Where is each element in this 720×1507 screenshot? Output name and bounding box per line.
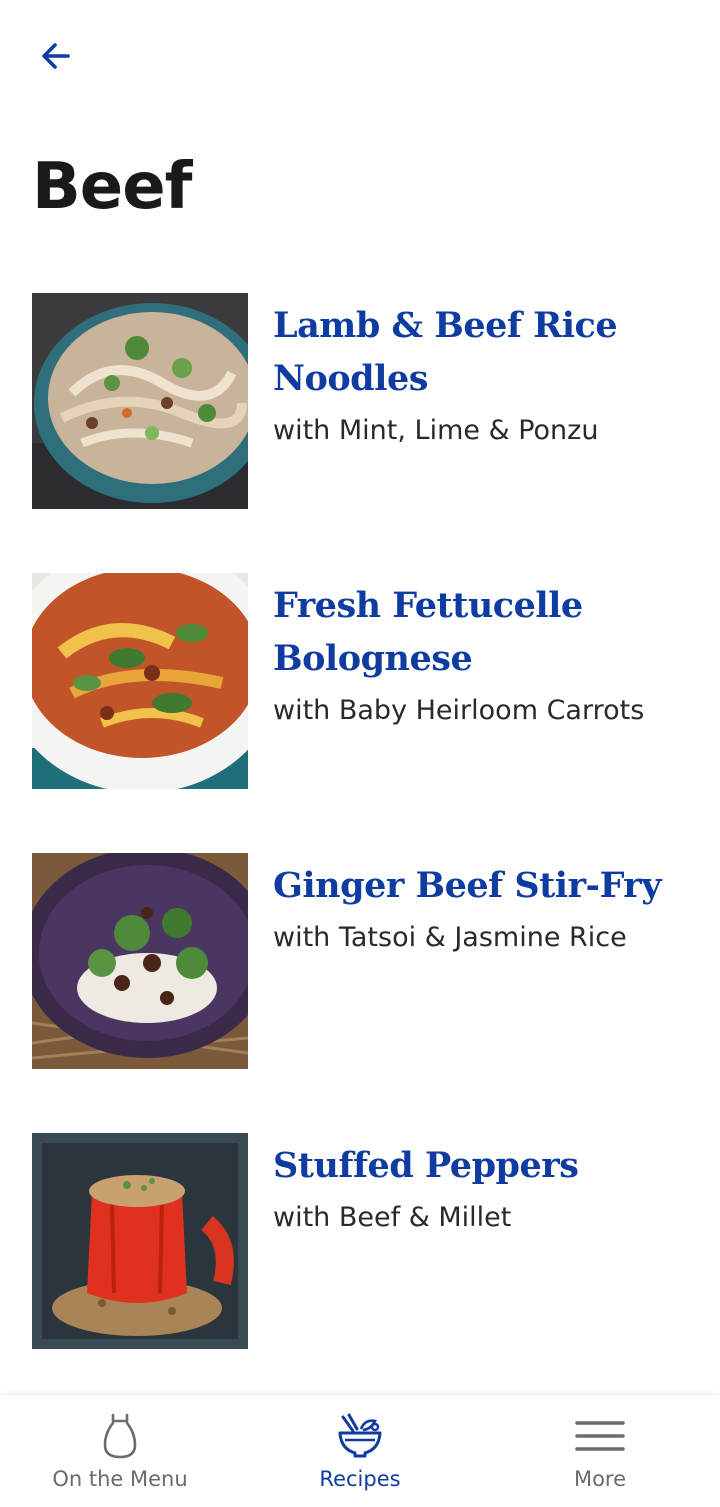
tab-on-the-menu[interactable]: On the Menu	[0, 1395, 240, 1507]
tab-label: Recipes	[319, 1467, 401, 1491]
recipe-title: Ginger Beef Stir-Fry	[273, 865, 662, 906]
stuffed-peppers-photo	[32, 1133, 248, 1349]
stir-fry-photo	[32, 853, 248, 1069]
bottom-tab-bar: On the Menu Recipes More	[0, 1394, 720, 1507]
recipe-card-ginger-beef-stir-fry[interactable]: Ginger Beef Stir-Fry with Tatsoi & Jasmi…	[0, 853, 720, 1069]
recipe-subtitle: with Baby Heirloom Carrots	[273, 695, 645, 726]
recipe-title: Stuffed Peppers	[273, 1145, 579, 1186]
tab-recipes[interactable]: Recipes	[240, 1395, 480, 1507]
bowl-icon	[338, 1413, 382, 1458]
recipe-card-lamb-beef-rice-noodles[interactable]: Lamb & Beef Rice Noodles with Mint, Lime…	[0, 293, 720, 509]
page-title: Beef	[32, 150, 192, 224]
recipe-card-stuffed-peppers[interactable]: Stuffed Peppers with Beef & Millet	[0, 1133, 720, 1349]
arrow-left-icon	[42, 43, 70, 69]
recipe-card-fettucelle-bolognese[interactable]: Fresh Fettucelle Bolognese with Baby Hei…	[0, 573, 720, 789]
recipe-subtitle: with Beef & Millet	[273, 1202, 512, 1233]
back-button[interactable]	[28, 28, 84, 84]
tab-label: More	[573, 1467, 627, 1491]
apron-icon	[103, 1413, 137, 1459]
bolognese-photo	[32, 573, 248, 789]
hamburger-menu-icon	[575, 1421, 625, 1451]
recipe-subtitle: with Mint, Lime & Ponzu	[273, 415, 599, 446]
recipe-subtitle: with Tatsoi & Jasmine Rice	[273, 922, 627, 953]
recipe-title: Fresh Fettucelle Bolognese	[273, 585, 583, 679]
tab-more[interactable]: More	[480, 1395, 720, 1507]
tab-label: On the Menu	[52, 1467, 188, 1491]
recipe-title: Lamb & Beef Rice Noodles	[273, 305, 618, 399]
rice-noodles-photo	[32, 293, 248, 509]
